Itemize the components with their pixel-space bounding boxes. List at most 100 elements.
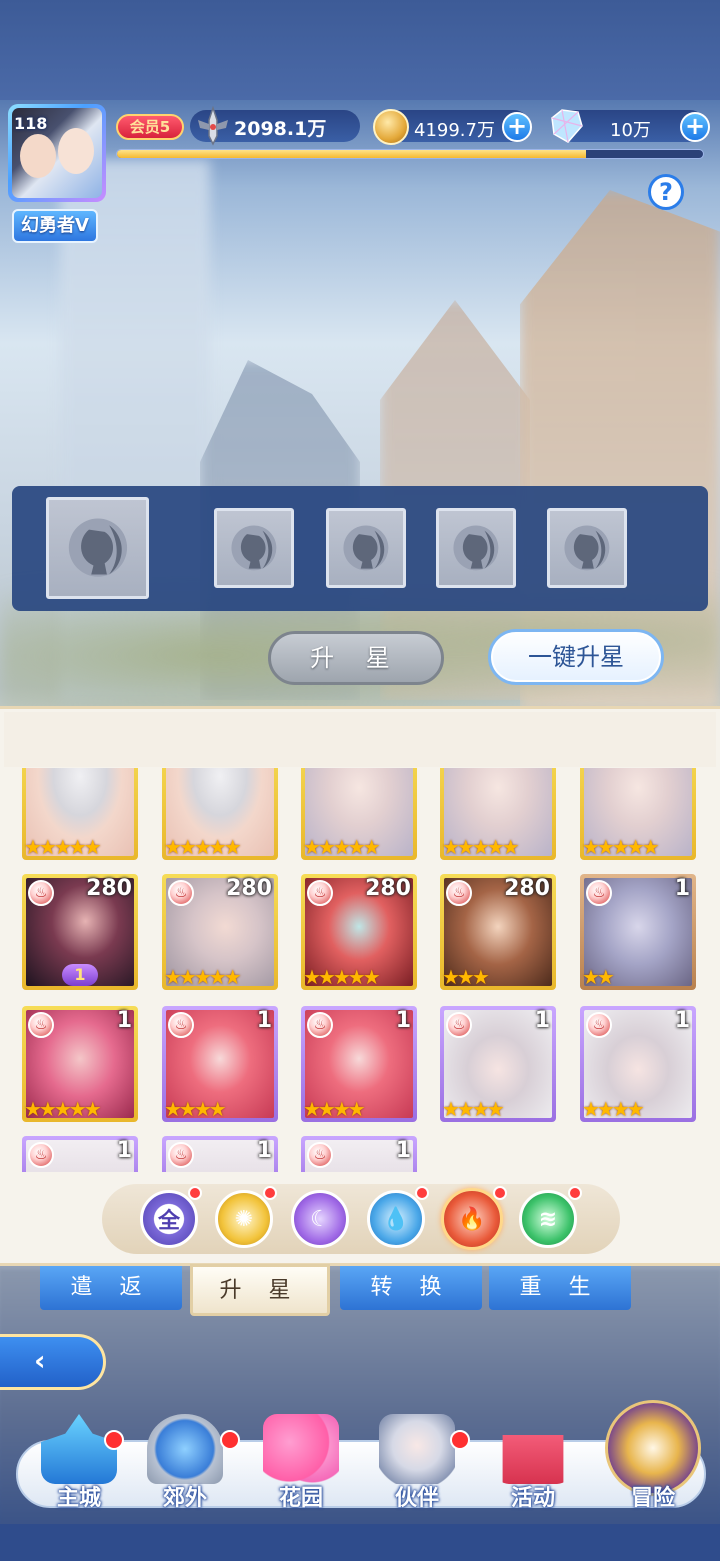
fire-element-icon: ♨ <box>168 1012 194 1038</box>
hero-card[interactable]: ★★★★★ <box>580 768 696 860</box>
power-value: 2098.1万 <box>234 118 327 140</box>
hero-card[interactable]: ♨ 280 ★★★★★ <box>301 874 417 990</box>
hero-stars: ★★★★ <box>582 1097 645 1121</box>
light-element-icon[interactable]: ✺ <box>215 1190 273 1248</box>
gem-value: 10万 <box>610 120 651 141</box>
material-slot-4[interactable] <box>547 508 627 588</box>
hero-stars: ★★★★★ <box>24 835 102 859</box>
hero-card[interactable]: ♨ 1 <box>22 1136 138 1172</box>
hero-card[interactable]: ♨ 280 ★★★★★ <box>162 874 278 990</box>
nav-outskirts[interactable]: 郊外 <box>130 1414 240 1514</box>
hero-silhouette-icon <box>453 525 499 571</box>
hero-card[interactable]: ♨ 1 <box>162 1136 278 1172</box>
fire-element-icon: ♨ <box>446 880 472 906</box>
bottom-strip <box>0 1524 720 1561</box>
hero-stars: ★★★★ <box>303 1097 366 1121</box>
sword-power-icon <box>198 106 228 146</box>
notification-dot <box>220 1430 240 1450</box>
hero-level: 1 <box>395 1138 411 1163</box>
hero-silhouette-icon <box>231 525 277 571</box>
awaken-badge: 1 <box>62 964 98 986</box>
nav-event[interactable]: 活动 <box>478 1414 588 1514</box>
main-hero-slot[interactable] <box>46 497 149 599</box>
wind-element-icon[interactable]: ≋ <box>519 1190 577 1248</box>
tab-return[interactable]: 遣 返 <box>40 1266 182 1310</box>
notification-dot <box>263 1186 277 1200</box>
hero-level: 1 <box>534 1008 550 1033</box>
hero-stars: ★★★★★ <box>164 835 242 859</box>
add-gold-button[interactable]: + <box>502 112 532 142</box>
castle-icon <box>41 1414 117 1484</box>
hero-card[interactable]: ★★★★★ <box>162 768 278 860</box>
hero-card[interactable]: ★★★★★ <box>440 768 556 860</box>
nav-garden[interactable]: 花园 <box>246 1414 356 1514</box>
hero-stars: ★★★★★ <box>164 965 242 989</box>
hero-stars: ★★★★ <box>442 1097 505 1121</box>
hero-level: 1 <box>116 1138 132 1163</box>
nav-main-city[interactable]: 主城 <box>24 1414 134 1514</box>
upstar-button[interactable]: 升 星 <box>268 631 444 685</box>
hero-card[interactable]: ♨ 1 ★★★★★ <box>22 1006 138 1122</box>
one-click-upstar-button[interactable]: 一键升星 <box>488 629 664 685</box>
water-element-icon[interactable]: 💧 <box>367 1190 425 1248</box>
back-button[interactable]: ‹ <box>0 1334 106 1390</box>
help-button[interactable]: ? <box>648 174 684 210</box>
tab-convert[interactable]: 转 换 <box>340 1266 482 1310</box>
hero-stars: ★★★★★ <box>303 835 381 859</box>
hero-card[interactable]: ♨ 280 ★★★ <box>440 874 556 990</box>
hero-card[interactable]: ♨ 1 ★★★★ <box>301 1006 417 1122</box>
player-level: 118 <box>14 114 48 133</box>
fire-element-icon: ♨ <box>307 1012 333 1038</box>
material-slot-1[interactable] <box>214 508 294 588</box>
fire-element-icon: ♨ <box>307 880 333 906</box>
nav-label: 活动 <box>510 1486 555 1511</box>
hero-level: 1 <box>256 1138 272 1163</box>
hero-card[interactable]: ♨ 1 ★★★★ <box>580 1006 696 1122</box>
notification-dot <box>104 1430 124 1450</box>
nav-label: 伙伴 <box>394 1486 439 1511</box>
hero-level: 280 <box>504 876 550 901</box>
notification-dot <box>493 1186 507 1200</box>
material-slot-3[interactable] <box>436 508 516 588</box>
portal-icon <box>147 1414 223 1484</box>
partner-portrait-icon <box>379 1414 455 1484</box>
vip-badge[interactable]: 会员5 <box>116 114 184 140</box>
all-element-icon[interactable]: 全 <box>140 1190 198 1248</box>
hero-card[interactable]: ♨ 1 ★★★★ <box>162 1006 278 1122</box>
fire-element-icon: ♨ <box>28 880 54 906</box>
back-arrow-icon: ‹ <box>34 1344 46 1377</box>
hero-level: 280 <box>226 876 272 901</box>
add-gem-button[interactable]: + <box>680 112 710 142</box>
hero-level: 1 <box>674 876 690 901</box>
nav-partner[interactable]: 伙伴 <box>362 1414 472 1514</box>
fire-element-icon: ♨ <box>446 1012 472 1038</box>
nav-adventure[interactable]: 冒险 <box>598 1400 708 1514</box>
hero-silhouette-icon <box>564 525 610 571</box>
hero-card[interactable]: ★★★★★ <box>22 768 138 860</box>
hero-stars: ★★★ <box>442 965 490 989</box>
tab-rebirth[interactable]: 重 生 <box>489 1266 631 1310</box>
hero-card[interactable]: ♨ 1 ★★★★ <box>440 1006 556 1122</box>
nav-label: 冒险 <box>630 1486 675 1511</box>
notification-dot <box>450 1430 470 1450</box>
material-slot-2[interactable] <box>326 508 406 588</box>
gift-box-icon <box>502 1435 564 1484</box>
fire-element-icon: ♨ <box>168 1142 194 1168</box>
exp-progress-bar <box>116 149 704 159</box>
hero-card[interactable]: ♨ 1 <box>301 1136 417 1172</box>
hero-level: 1 <box>674 1008 690 1033</box>
notification-dot <box>568 1186 582 1200</box>
gold-value: 4199.7万 <box>414 120 495 141</box>
hero-card[interactable]: ★★★★★ <box>301 768 417 860</box>
hero-stars: ★★★★★ <box>442 835 520 859</box>
diamond-gem-icon <box>551 109 583 143</box>
hero-stars: ★★ <box>582 965 615 989</box>
nav-label: 主城 <box>56 1486 101 1511</box>
tab-upstar[interactable]: 升 星 <box>190 1264 330 1316</box>
hero-card[interactable]: ♨ 280 1 <box>22 874 138 990</box>
hero-level: 280 <box>86 876 132 901</box>
player-name: 幻勇者V <box>12 209 98 243</box>
dark-element-icon[interactable]: ☾ <box>291 1190 349 1248</box>
hero-card[interactable]: ♨ 1 ★★ <box>580 874 696 990</box>
fire-element-icon: ♨ <box>168 880 194 906</box>
